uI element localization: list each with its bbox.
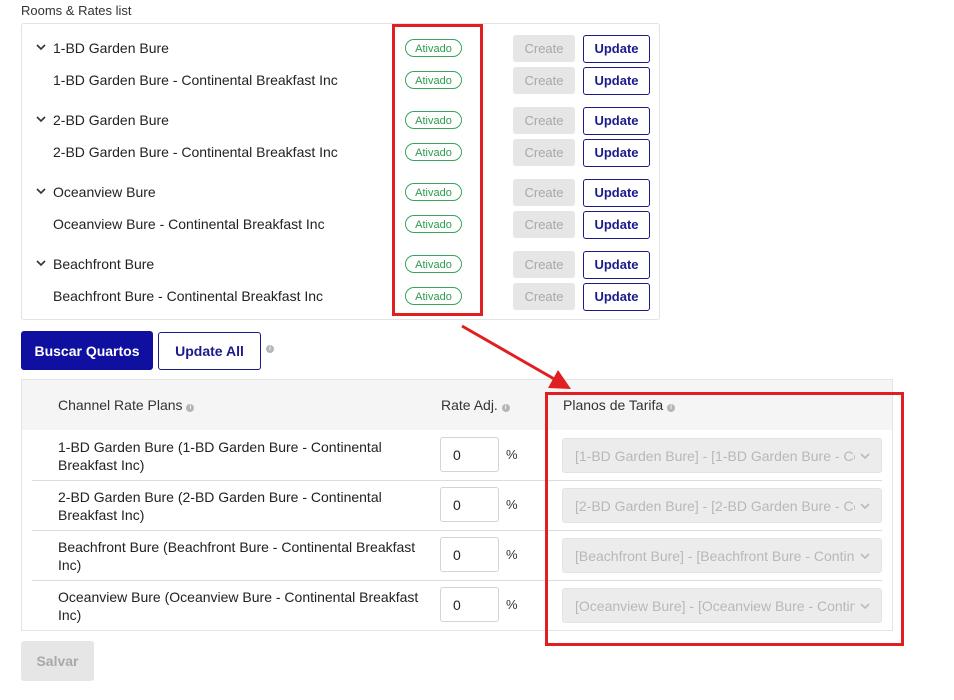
room-row: Oceanview Bure Ativado Create Update <box>22 177 659 207</box>
row-divider <box>32 480 882 481</box>
rate-row: Beachfront Bure - Continental Breakfast … <box>22 281 659 311</box>
room-row: 2-BD Garden Bure Ativado Create Update <box>22 105 659 135</box>
search-rooms-button[interactable]: Buscar Quartos <box>21 331 153 370</box>
rate-adj-input[interactable] <box>440 537 499 572</box>
percent-unit: % <box>506 497 518 512</box>
create-button[interactable]: Create <box>513 67 575 94</box>
rate-plan-select[interactable]: [Beachfront Bure] - [Beachfront Bure - C… <box>562 538 882 573</box>
table-row: Oceanview Bure (Oceanview Bure - Contine… <box>32 580 882 630</box>
info-icon[interactable]: i <box>501 404 510 412</box>
room-name: Beachfront Bure <box>53 256 155 272</box>
rate-adj-input[interactable] <box>440 487 499 522</box>
channel-plan-name: Oceanview Bure (Oceanview Bure - Contine… <box>58 589 419 623</box>
update-button[interactable]: Update <box>583 179 650 207</box>
create-button[interactable]: Create <box>513 107 575 134</box>
status-badge: Ativado <box>405 111 462 129</box>
update-button[interactable]: Update <box>583 107 650 135</box>
status-badge: Ativado <box>405 143 462 161</box>
header-channel-rate-plans: Channel Rate Plans i <box>58 397 195 413</box>
status-badge: Ativado <box>405 39 462 57</box>
chevron-down-icon[interactable] <box>35 257 47 269</box>
status-badge: Ativado <box>405 287 462 305</box>
row-divider <box>32 530 882 531</box>
create-button[interactable]: Create <box>513 139 575 166</box>
room-row: Beachfront Bure Ativado Create Update <box>22 249 659 279</box>
update-button[interactable]: Update <box>583 283 650 311</box>
select-value: [1-BD Garden Bure] - [1-BD Garden Bure -… <box>575 448 855 464</box>
status-badge: Ativado <box>405 255 462 273</box>
create-button[interactable]: Create <box>513 251 575 278</box>
update-button[interactable]: Update <box>583 211 650 239</box>
rate-plan-select[interactable]: [2-BD Garden Bure] - [2-BD Garden Bure -… <box>562 488 882 523</box>
table-header: Channel Rate Plans i Rate Adj. i Planos … <box>22 380 892 430</box>
rate-name: 2-BD Garden Bure - Continental Breakfast… <box>53 144 338 160</box>
rate-row: 1-BD Garden Bure - Continental Breakfast… <box>22 65 659 95</box>
header-rate-adj: Rate Adj. i <box>441 397 510 413</box>
save-button[interactable]: Salvar <box>21 641 94 681</box>
rate-adj-input[interactable] <box>440 587 499 622</box>
status-badge: Ativado <box>405 183 462 201</box>
room-row: 1-BD Garden Bure Ativado Create Update <box>22 33 659 63</box>
select-value: [Oceanview Bure] - [Oceanview Bure - Con… <box>575 598 855 614</box>
update-button[interactable]: Update <box>583 35 650 63</box>
chevron-down-icon[interactable] <box>35 185 47 197</box>
rate-name: Oceanview Bure - Continental Breakfast I… <box>53 216 325 232</box>
rate-plan-select[interactable]: [Oceanview Bure] - [Oceanview Bure - Con… <box>562 588 882 623</box>
chevron-down-icon <box>860 453 870 460</box>
percent-unit: % <box>506 447 518 462</box>
channel-plan-name: 2-BD Garden Bure (2-BD Garden Bure - Con… <box>58 489 382 523</box>
rate-name: 1-BD Garden Bure - Continental Breakfast… <box>53 72 338 88</box>
create-button[interactable]: Create <box>513 283 575 310</box>
rate-mapping-table: Channel Rate Plans i Rate Adj. i Planos … <box>21 379 893 631</box>
select-value: [2-BD Garden Bure] - [2-BD Garden Bure -… <box>575 498 855 514</box>
rate-row: 2-BD Garden Bure - Continental Breakfast… <box>22 137 659 167</box>
update-button[interactable]: Update <box>583 67 650 95</box>
room-name: Oceanview Bure <box>53 184 156 200</box>
rooms-rates-list: 1-BD Garden Bure Ativado Create Update 1… <box>21 23 660 320</box>
chevron-down-icon[interactable] <box>35 41 47 53</box>
update-button[interactable]: Update <box>583 139 650 167</box>
chevron-down-icon <box>860 603 870 610</box>
table-row: 1-BD Garden Bure (1-BD Garden Bure - Con… <box>32 430 882 480</box>
rate-name: Beachfront Bure - Continental Breakfast … <box>53 288 324 304</box>
rate-plan-select[interactable]: [1-BD Garden Bure] - [1-BD Garden Bure -… <box>562 438 882 473</box>
room-name: 2-BD Garden Bure <box>53 112 169 128</box>
rate-adj-input[interactable] <box>440 437 499 472</box>
rate-row: Oceanview Bure - Continental Breakfast I… <box>22 209 659 239</box>
status-badge: Ativado <box>405 71 462 89</box>
channel-plan-name: Beachfront Bure (Beachfront Bure - Conti… <box>58 539 416 573</box>
table-row: 2-BD Garden Bure (2-BD Garden Bure - Con… <box>32 480 882 530</box>
update-button[interactable]: Update <box>583 251 650 279</box>
chevron-down-icon[interactable] <box>35 113 47 125</box>
update-all-button[interactable]: Update All <box>158 332 261 370</box>
info-icon[interactable]: i <box>667 404 676 412</box>
create-button[interactable]: Create <box>513 35 575 62</box>
section-title: Rooms & Rates list <box>21 3 132 18</box>
chevron-down-icon <box>860 553 870 560</box>
select-value: [Beachfront Bure] - [Beachfront Bure - C… <box>575 548 855 564</box>
percent-unit: % <box>506 597 518 612</box>
percent-unit: % <box>506 547 518 562</box>
row-divider <box>32 580 882 581</box>
create-button[interactable]: Create <box>513 179 575 206</box>
room-name: 1-BD Garden Bure <box>53 40 169 56</box>
header-rate-plans: Planos de Tarifa i <box>563 397 676 413</box>
info-icon[interactable]: i <box>266 345 274 353</box>
chevron-down-icon <box>860 503 870 510</box>
info-icon[interactable]: i <box>186 404 195 412</box>
status-badge: Ativado <box>405 215 462 233</box>
table-row: Beachfront Bure (Beachfront Bure - Conti… <box>32 530 882 580</box>
channel-plan-name: 1-BD Garden Bure (1-BD Garden Bure - Con… <box>58 439 382 473</box>
create-button[interactable]: Create <box>513 211 575 238</box>
